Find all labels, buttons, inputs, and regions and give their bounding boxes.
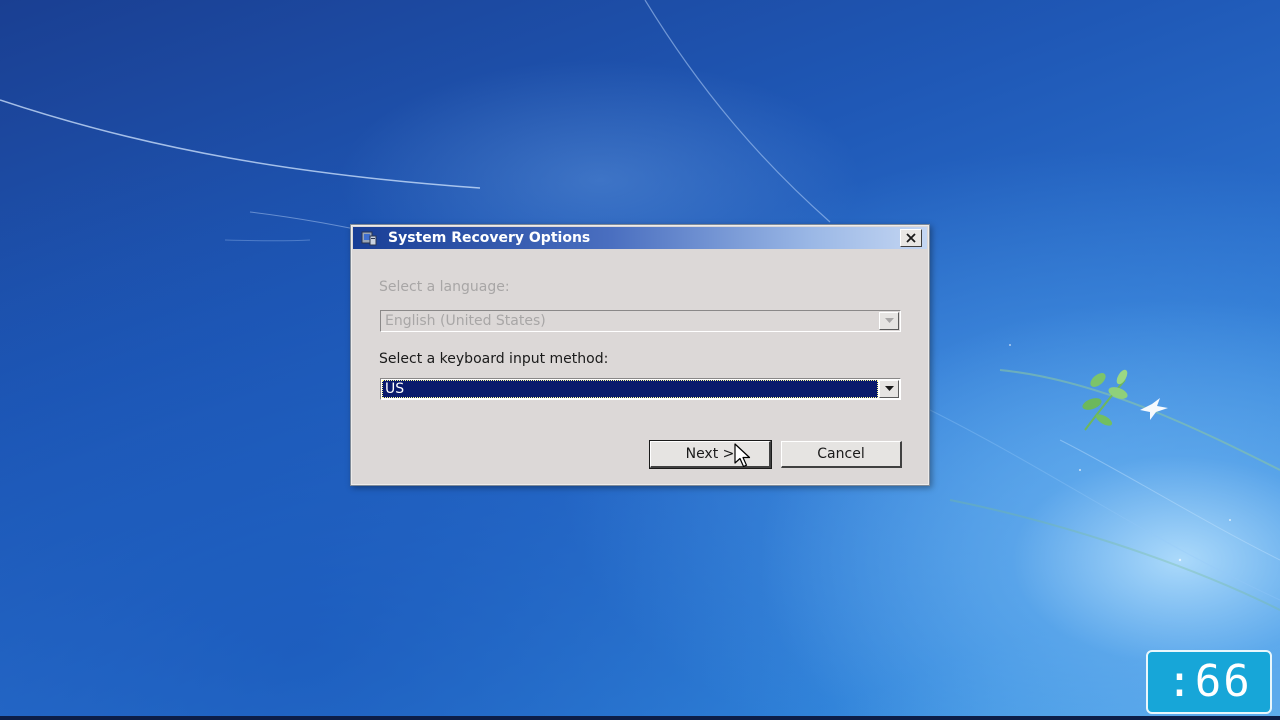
language-dropdown-button xyxy=(879,312,899,330)
keyboard-dropdown-button[interactable] xyxy=(879,380,899,398)
chevron-down-icon xyxy=(885,386,894,391)
countdown-timer-text: :66 xyxy=(1166,656,1252,707)
dialog-title: System Recovery Options xyxy=(388,230,591,246)
close-icon xyxy=(906,233,916,243)
desktop-background: System Recovery Options Select a languag… xyxy=(0,0,1280,720)
countdown-timer-badge: :66 xyxy=(1146,650,1272,714)
close-button[interactable] xyxy=(900,229,922,247)
keyboard-select-value[interactable]: US xyxy=(382,380,878,398)
chevron-down-icon xyxy=(885,318,894,323)
recovery-monitor-icon xyxy=(361,231,377,246)
language-select-value: English (United States) xyxy=(385,313,546,329)
mouse-cursor-icon xyxy=(734,443,751,468)
language-label: Select a language: xyxy=(379,279,510,295)
dialog-titlebar[interactable]: System Recovery Options xyxy=(353,227,927,249)
system-recovery-dialog: System Recovery Options Select a languag… xyxy=(350,224,930,486)
language-select: English (United States) xyxy=(380,310,901,332)
bottom-edge-strip xyxy=(0,716,1280,720)
bird-icon xyxy=(1140,398,1168,420)
keyboard-select[interactable]: US xyxy=(380,378,901,400)
keyboard-label: Select a keyboard input method: xyxy=(379,351,609,367)
cancel-button[interactable]: Cancel xyxy=(781,441,902,468)
